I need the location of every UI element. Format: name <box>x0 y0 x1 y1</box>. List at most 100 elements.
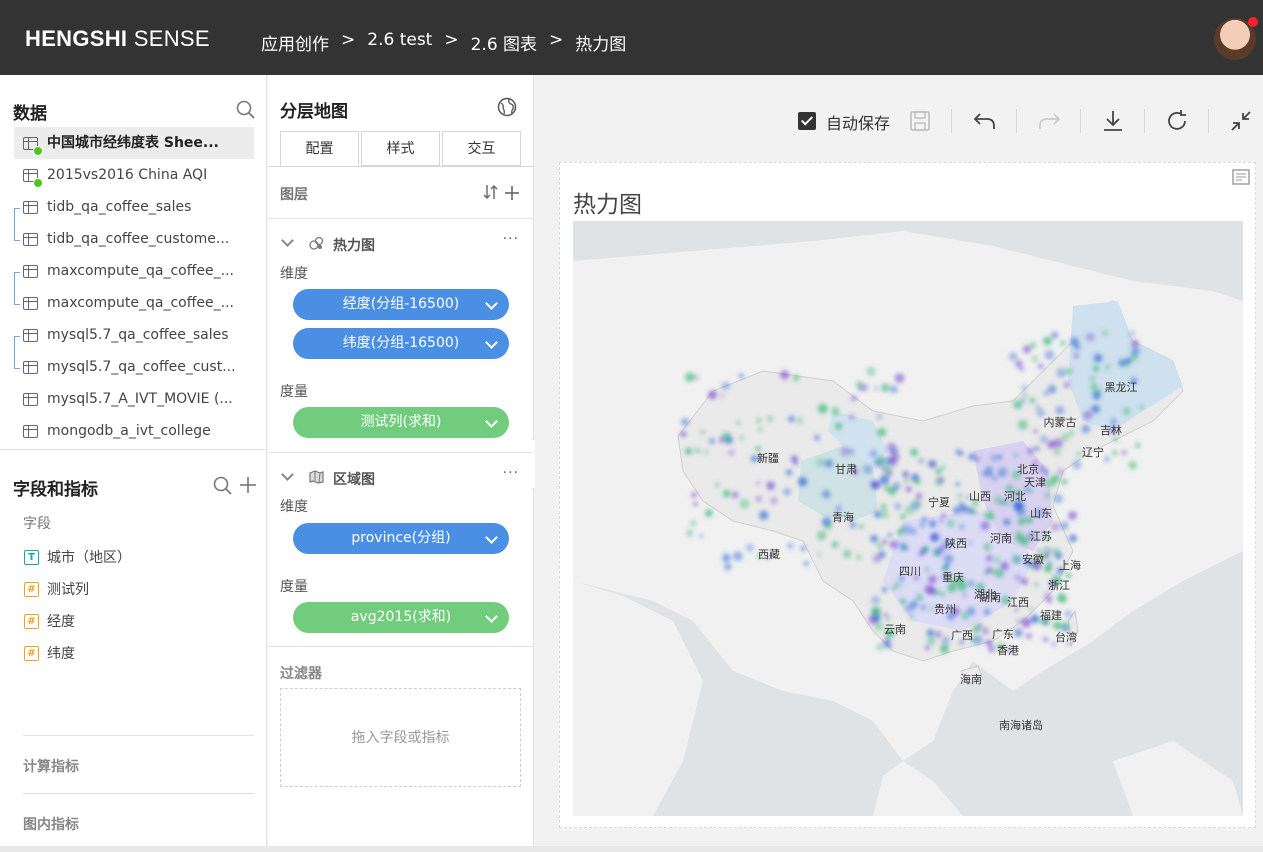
add-layer-icon[interactable] <box>503 184 521 202</box>
heat-point <box>822 490 831 499</box>
dataset-item[interactable]: tidb_qa_coffee_sales <box>14 191 254 223</box>
map-label: 香港 <box>997 644 1019 657</box>
toolbar-separator <box>951 109 952 133</box>
heatmap-map[interactable]: 黑龙江吉林辽宁 内蒙古北京天津河北山西山东 宁夏 甘肃 新疆青海西藏 陕西 河南 江苏安徽 上海… <box>573 221 1243 816</box>
more-options-icon[interactable]: ··· <box>503 231 519 247</box>
heat-point <box>1020 577 1029 585</box>
table-icon <box>23 201 38 214</box>
heat-point <box>1028 607 1034 612</box>
dataset-link-line <box>14 272 20 305</box>
search-icon[interactable] <box>212 475 234 497</box>
refresh-icon[interactable] <box>1164 108 1190 134</box>
dataset-item[interactable]: tidb_qa_coffee_custome... <box>14 223 254 255</box>
dimension-pill[interactable]: province(分组) <box>293 523 509 554</box>
save-icon[interactable] <box>907 108 933 134</box>
chevron-down-icon[interactable] <box>485 531 498 544</box>
globe-icon[interactable] <box>496 96 518 118</box>
heat-point <box>958 524 964 529</box>
dimension-pill[interactable]: 纬度(分组-16500) <box>293 328 509 359</box>
status-ok-icon <box>33 178 43 188</box>
measure-pill[interactable]: 测试列(求和) <box>293 407 509 438</box>
heat-point <box>941 636 951 645</box>
more-options-icon[interactable]: ··· <box>503 465 519 481</box>
field-item[interactable]: # 测试列 <box>24 579 89 599</box>
undo-icon[interactable] <box>972 108 998 134</box>
heat-point <box>755 445 761 452</box>
app-logo[interactable]: HENGSHI SENSE <box>25 26 210 52</box>
chart-settings-icon[interactable] <box>1230 166 1252 188</box>
map-label: 黑龙江 <box>1105 381 1138 394</box>
redo-icon[interactable] <box>1036 108 1062 134</box>
heat-point <box>1022 345 1031 354</box>
heat-point <box>869 449 878 458</box>
breadcrumb-item-app-name[interactable]: 2.6 test <box>367 30 432 55</box>
breadcrumb-item-app[interactable]: 应用创作 <box>261 30 329 55</box>
collapse-arrow-icon[interactable] <box>281 234 294 247</box>
dataset-item[interactable]: maxcompute_qa_coffee_... <box>14 287 254 319</box>
add-icon[interactable] <box>237 474 259 496</box>
heat-point <box>1128 461 1137 470</box>
layer-name[interactable]: 热力图 <box>333 235 375 255</box>
chart-metrics-label[interactable]: 图内指标 <box>23 814 79 834</box>
chevron-down-icon[interactable] <box>485 415 498 428</box>
measure-pill[interactable]: avg2015(求和) <box>293 602 509 633</box>
download-icon[interactable] <box>1100 108 1126 134</box>
heat-point <box>920 604 927 611</box>
heat-point <box>939 518 944 523</box>
heat-point <box>1093 353 1103 363</box>
dataset-item[interactable]: mysql5.7_A_IVT_MOVIE (... <box>14 383 254 415</box>
dataset-label: mysql5.7_A_IVT_MOVIE (... <box>47 391 233 407</box>
layer-name[interactable]: 区域图 <box>333 469 375 489</box>
heat-point <box>731 491 739 499</box>
autosave-checkbox[interactable] <box>798 112 816 130</box>
dataset-item[interactable]: maxcompute_qa_coffee_... <box>14 255 254 287</box>
heat-point <box>1064 610 1073 618</box>
heat-point <box>1118 359 1126 367</box>
dataset-item[interactable]: mongodb_a_ivt_college <box>14 415 254 447</box>
sort-icon[interactable] <box>482 183 500 201</box>
chart-toolbar: 自动保存 <box>535 105 1263 137</box>
pill-label: avg2015(求和) <box>350 609 452 625</box>
search-icon[interactable] <box>235 99 257 121</box>
heat-point <box>1046 597 1052 604</box>
dataset-item[interactable]: mysql5.7_qa_coffee_sales <box>14 319 254 351</box>
dataset-item[interactable]: 2015vs2016 China AQI <box>14 159 254 191</box>
heat-point <box>1029 397 1036 404</box>
chevron-down-icon[interactable] <box>485 610 498 623</box>
autosave-label[interactable]: 自动保存 <box>826 110 890 134</box>
heat-point <box>1068 430 1075 436</box>
tab-interaction[interactable]: 交互 <box>442 131 521 166</box>
heat-point <box>881 466 886 471</box>
chevron-down-icon[interactable] <box>485 336 498 349</box>
heat-point <box>1034 582 1039 587</box>
field-item[interactable]: T 城市（地区） <box>24 547 131 567</box>
tab-config[interactable]: 配置 <box>280 131 359 166</box>
dimension-label: 维度 <box>280 266 308 282</box>
heat-point <box>900 526 905 531</box>
heat-point <box>1059 625 1066 631</box>
user-avatar[interactable] <box>1214 17 1258 60</box>
heat-point <box>800 545 806 552</box>
heat-point <box>1111 450 1118 456</box>
field-item[interactable]: # 经度 <box>24 611 75 631</box>
heat-point <box>766 481 775 491</box>
number-type-icon: # <box>24 581 39 597</box>
app-root: HENGSHI SENSE 应用创作 > 2.6 test > 2.6 图表 >… <box>0 0 1263 852</box>
filter-drop-zone[interactable]: 拖入字段或指标 <box>280 688 521 787</box>
exit-fullscreen-icon[interactable] <box>1228 108 1254 134</box>
dataset-item[interactable]: 中国城市经纬度表 Shee... <box>14 127 254 159</box>
dimension-pill[interactable]: 经度(分组-16500) <box>293 289 509 320</box>
dataset-item[interactable]: mysql5.7_qa_coffee_cust... <box>14 351 254 383</box>
field-item[interactable]: # 纬度 <box>24 643 75 663</box>
map-label: 吉林 <box>1100 423 1122 437</box>
breadcrumb-item-dashboard[interactable]: 2.6 图表 <box>471 30 537 55</box>
horizontal-scrollbar[interactable] <box>0 846 1263 852</box>
chevron-down-icon[interactable] <box>485 297 498 310</box>
heat-point <box>1055 405 1065 415</box>
heat-point <box>787 542 794 550</box>
tab-style[interactable]: 样式 <box>361 131 440 166</box>
calc-metrics-label[interactable]: 计算指标 <box>23 756 79 776</box>
collapse-arrow-icon[interactable] <box>281 468 294 481</box>
heat-point <box>955 448 962 456</box>
field-label: 测试列 <box>47 582 89 598</box>
